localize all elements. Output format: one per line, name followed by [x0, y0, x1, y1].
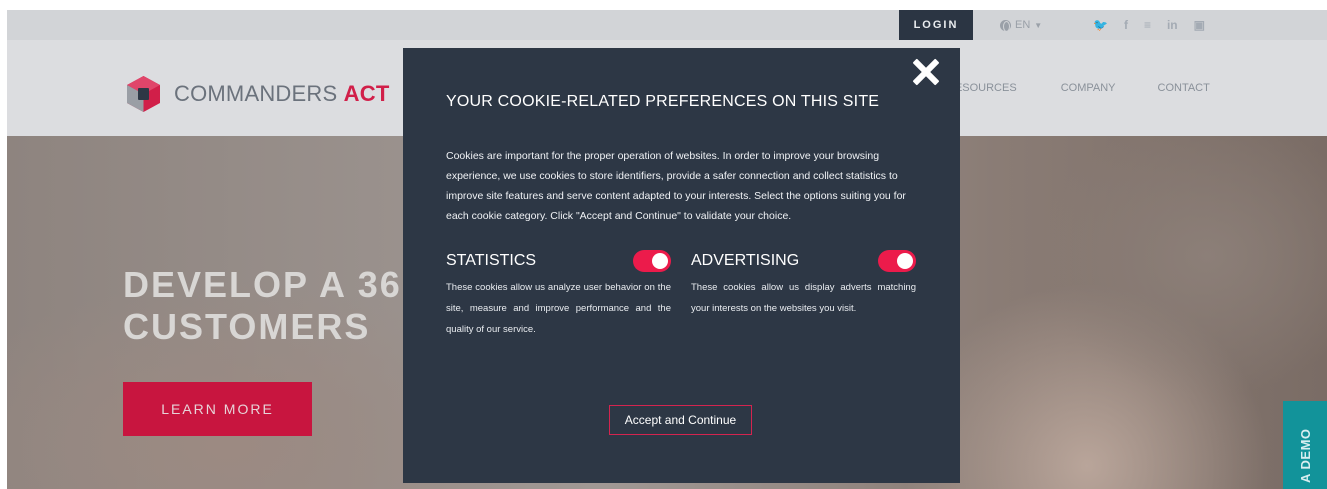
cookie-category-statistics: STATISTICS These cookies allow us analyz…: [446, 249, 671, 340]
modal-description: Cookies are important for the proper ope…: [446, 150, 906, 222]
cookie-category-advertising: ADVERTISING These cookies allow us displ…: [691, 249, 916, 319]
close-icon[interactable]: [910, 56, 942, 88]
cookie-preferences-modal: YOUR COOKIE-RELATED PREFERENCES ON THIS …: [403, 48, 960, 483]
page: LOGIN EN ▼ 🐦 f ≡ in ▣ COMMANDERS ACT RES…: [7, 10, 1327, 489]
category-name-statistics: STATISTICS: [446, 252, 537, 269]
category-name-advertising: ADVERTISING: [691, 252, 800, 269]
statistics-toggle[interactable]: [633, 250, 671, 272]
category-description-statistics: These cookies allow us analyze user beha…: [446, 282, 671, 335]
accept-and-continue-button[interactable]: Accept and Continue: [609, 405, 752, 435]
category-description-advertising: These cookies allow us display adverts m…: [691, 282, 916, 314]
advertising-toggle[interactable]: [878, 250, 916, 272]
modal-title: YOUR COOKIE-RELATED PREFERENCES ON THIS …: [446, 93, 880, 110]
